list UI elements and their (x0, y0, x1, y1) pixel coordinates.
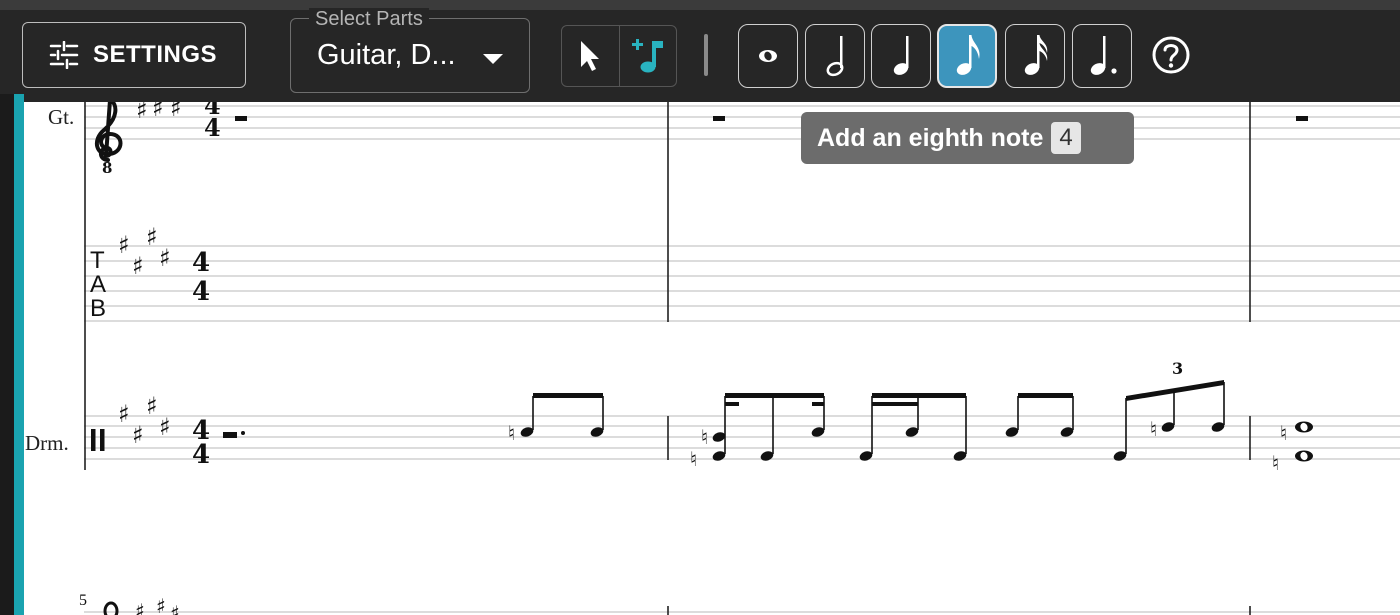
svg-text:♮: ♮ (701, 425, 708, 449)
eighth-note-tooltip: Add an eighth note 4 (801, 112, 1134, 164)
select-parts-legend: Select Parts (309, 8, 429, 31)
svg-text:♯: ♯ (152, 102, 164, 122)
select-parts-value: Guitar, D... (317, 39, 456, 71)
add-note-icon (631, 39, 663, 73)
svg-text:♯: ♯ (159, 413, 171, 441)
svg-text:♯: ♯ (118, 231, 130, 259)
drums-part-label: Drm. (25, 431, 69, 455)
svg-text:♯: ♯ (132, 421, 144, 449)
toolbar: SETTINGS Select Parts Guitar, D... (0, 8, 1400, 102)
sixteenth-note-icon (1024, 35, 1048, 75)
quarter-note-button[interactable] (871, 24, 931, 88)
sliders-icon (49, 41, 79, 69)
select-parts-dropdown[interactable]: Select Parts Guitar, D... (290, 8, 530, 93)
guitar-staff (84, 105, 1400, 140)
help-button[interactable] (1150, 34, 1192, 76)
settings-button[interactable]: SETTINGS (22, 22, 246, 88)
svg-text:4: 4 (204, 113, 221, 142)
tab-staff (84, 245, 1400, 322)
select-mode-button[interactable] (562, 26, 619, 86)
score-canvas[interactable]: Gt. Drm. 8 ♯ ♯ ♯ 4 4 T A B ♯♯♯♯ 4 4 ♯♯♯♯ 4… (24, 102, 1400, 615)
dotted-note-icon (1090, 36, 1117, 75)
svg-text:♯: ♯ (136, 102, 148, 124)
svg-text:♯: ♯ (135, 599, 145, 615)
tab-key-signature: ♯♯♯♯ (118, 223, 171, 280)
left-panel-edge (0, 94, 24, 615)
input-mode-group (561, 25, 677, 87)
tuplet-number: 3 (1172, 359, 1183, 378)
guitar-key-signature: ♯ ♯ ♯ (136, 102, 182, 124)
svg-text:♮: ♮ (1272, 451, 1279, 475)
sixteenth-note-button[interactable] (1005, 24, 1065, 88)
whole-note-button[interactable] (738, 24, 798, 88)
svg-text:♯: ♯ (170, 102, 182, 122)
svg-text:T: T (90, 247, 105, 274)
svg-text:♮: ♮ (1150, 417, 1157, 441)
svg-text:4: 4 (192, 248, 210, 278)
toolbar-divider (704, 34, 708, 76)
quarter-note-icon (893, 36, 909, 75)
window-top-strip (0, 0, 1400, 10)
chevron-down-icon (483, 54, 503, 64)
tooltip-text: Add an eighth note (817, 123, 1044, 152)
svg-text:♯: ♯ (146, 392, 158, 420)
drum-time-signature: 4 4 (192, 416, 210, 470)
octave-marker: 8 (102, 159, 112, 177)
svg-text:♯: ♯ (132, 252, 144, 280)
tooltip-shortcut-key: 4 (1051, 122, 1081, 154)
eighth-note-button[interactable] (937, 24, 997, 88)
svg-text:B: B (90, 295, 106, 322)
tab-time-signature: 4 4 (192, 248, 210, 307)
dotted-note-button[interactable] (1072, 24, 1132, 88)
help-circle-icon (1152, 36, 1190, 74)
half-note-icon (826, 36, 844, 77)
svg-text:♮: ♮ (690, 447, 697, 471)
svg-text:♮: ♮ (508, 421, 515, 445)
guitar-time-signature: 4 4 (204, 102, 221, 142)
note-input-mode-button[interactable] (618, 26, 677, 86)
svg-text:♯: ♯ (159, 244, 171, 272)
svg-text:♯: ♯ (146, 223, 158, 251)
svg-text:♯: ♯ (156, 594, 166, 615)
whole-note-icon (759, 50, 777, 62)
cursor-arrow-icon (581, 41, 600, 71)
part-highlight-bar (14, 94, 24, 615)
measure-number: 5 (79, 592, 87, 609)
settings-button-label: SETTINGS (93, 41, 218, 68)
eighth-note-icon (956, 35, 980, 75)
svg-text:♮: ♮ (1280, 421, 1287, 445)
svg-text:♯: ♯ (170, 601, 180, 615)
drum-staff (84, 415, 1400, 460)
barlines (667, 102, 1251, 615)
tab-clef: T A B (90, 247, 106, 322)
svg-text:A: A (90, 271, 106, 298)
svg-text:4: 4 (192, 440, 210, 470)
svg-text:4: 4 (192, 277, 210, 307)
drum-measure-2-notes: ♮ ♮ 3 ♮ (690, 359, 1225, 471)
drum-key-signature: ♯♯♯♯ (118, 392, 171, 449)
guitar-part-label: Gt. (48, 105, 74, 129)
half-note-button[interactable] (805, 24, 865, 88)
svg-text:♯: ♯ (118, 400, 130, 428)
